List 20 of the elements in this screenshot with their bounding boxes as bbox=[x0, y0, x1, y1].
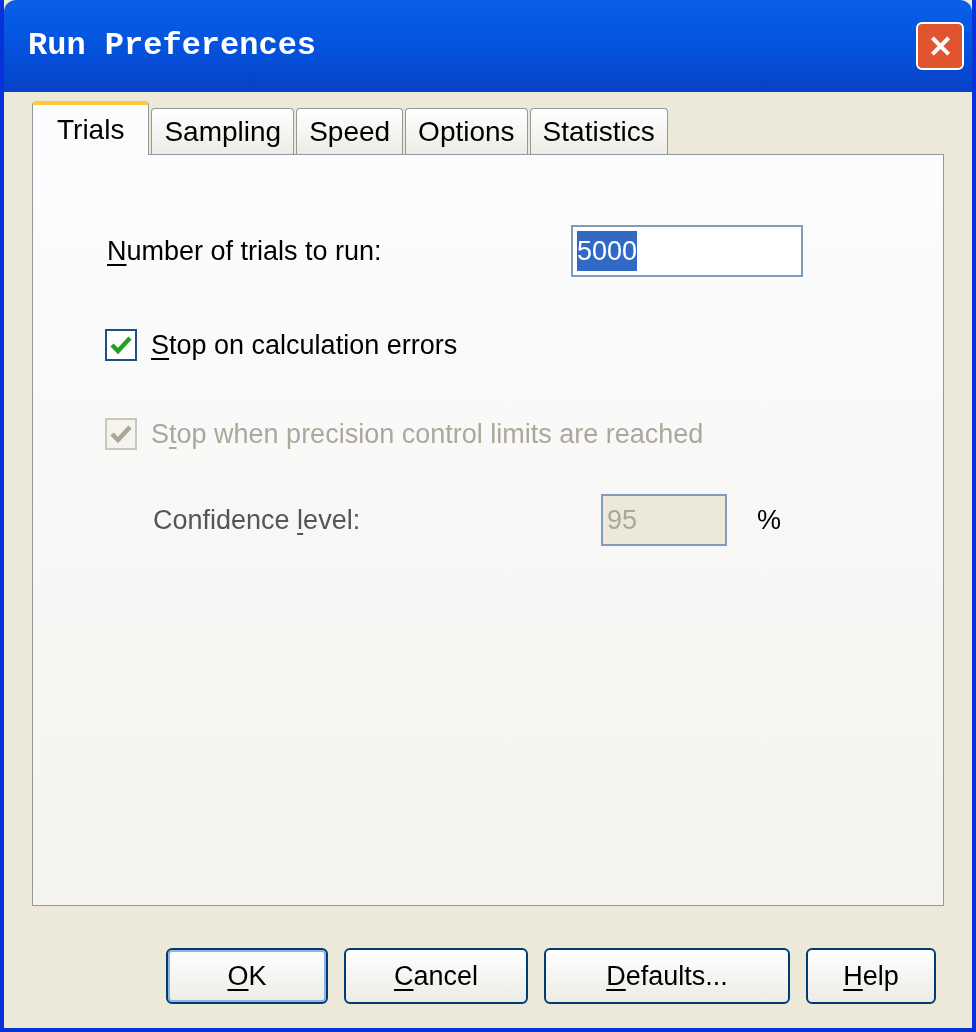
dialog-button[interactable]: Help bbox=[806, 948, 936, 1004]
checkbox-label: Stop on calculation errors bbox=[151, 329, 458, 362]
checkbox-label: Stop when precision control limits are reached bbox=[151, 417, 704, 451]
dialog-button[interactable]: Defaults... bbox=[544, 948, 790, 1004]
dialog-button[interactable]: Cancel bbox=[344, 948, 528, 1004]
field-label: Number of trials to run: bbox=[107, 234, 383, 268]
field-label: Confidence level: bbox=[153, 503, 362, 537]
checkbox[interactable] bbox=[105, 329, 137, 362]
check-icon bbox=[110, 335, 132, 356]
unit-label: % bbox=[757, 503, 781, 537]
tab[interactable]: Options bbox=[405, 108, 528, 154]
trials-input[interactable]: 5000 bbox=[571, 225, 803, 277]
dialog-button[interactable]: OK bbox=[166, 948, 328, 1004]
tab[interactable]: Trials bbox=[32, 101, 150, 155]
close-button[interactable]: ✕ bbox=[916, 22, 964, 70]
tab[interactable]: Sampling bbox=[151, 108, 295, 154]
window-title: Run Preferences bbox=[28, 26, 317, 66]
tab[interactable]: Speed bbox=[296, 108, 404, 154]
check-icon bbox=[110, 423, 132, 444]
tab[interactable]: Statistics bbox=[529, 108, 668, 154]
